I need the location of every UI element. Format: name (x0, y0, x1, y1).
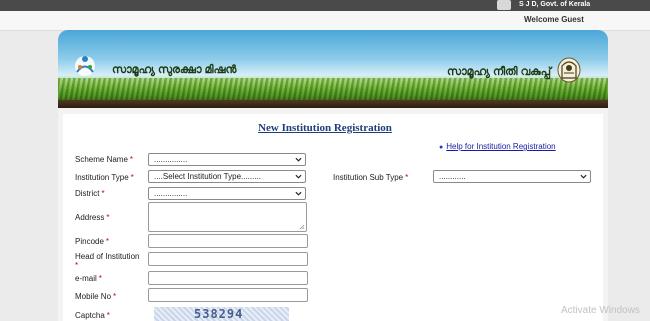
scheme-name-label: Scheme Name * (75, 155, 134, 164)
institution-type-select[interactable]: ....Select Institution Type......... (148, 170, 306, 183)
welcome-bar: Welcome Guest (0, 11, 650, 31)
head-of-institution-input[interactable] (148, 252, 308, 266)
mobile-no-input[interactable] (148, 288, 308, 302)
pincode-input[interactable] (148, 234, 308, 248)
email-label: e-mail * (75, 274, 102, 283)
head-of-institution-label: Head of Institution * (75, 252, 140, 270)
help-link[interactable]: Help for Institution Registration (446, 142, 555, 151)
content-area (58, 108, 608, 321)
required-marker: * (75, 261, 79, 270)
district-label: District * (75, 189, 105, 198)
institution-sub-type-label: Institution Sub Type * (333, 173, 409, 182)
address-label: Address * (75, 213, 110, 222)
required-marker: * (106, 213, 110, 222)
chevron-down-icon (580, 174, 587, 179)
mobile-no-label: Mobile No * (75, 292, 117, 301)
govt-label: S J D, Govt. of Kerala (519, 1, 591, 8)
required-marker: * (129, 155, 134, 164)
page-title: New Institution Registration (258, 122, 392, 134)
chevron-down-icon (295, 191, 302, 196)
required-marker: * (130, 173, 134, 182)
chevron-down-icon (295, 157, 302, 162)
scheme-name-select[interactable]: ............... (148, 153, 306, 166)
captcha-text: 538294 (194, 307, 244, 321)
address-textarea[interactable] (148, 202, 307, 232)
banner-left-title: സാമൂഹ്യ സുരക്ഷാ മിഷൻ (112, 64, 237, 76)
resize-grip-icon[interactable] (299, 224, 305, 230)
pincode-label: Pincode * (75, 237, 110, 246)
mission-logo-icon (75, 56, 95, 76)
required-marker: * (98, 274, 102, 283)
banner-grass (58, 78, 608, 100)
required-marker: * (105, 237, 110, 246)
required-marker: * (405, 173, 409, 182)
help-item: ● Help for Institution Registration (439, 142, 556, 151)
district-select[interactable]: ............... (148, 187, 306, 200)
site-banner: സാമൂഹ്യ സുരക്ഷാ മിഷൻ സാമൂഹ്യ നീതി വകുപ്പ… (58, 30, 608, 108)
institution-sub-type-select[interactable]: ............ (433, 170, 591, 183)
required-marker: * (101, 189, 105, 198)
activate-windows-watermark: Activate Windows (561, 305, 640, 316)
required-marker: * (113, 292, 117, 301)
top-bar: S J D, Govt. of Kerala (0, 0, 650, 11)
govt-emblem-icon (497, 0, 511, 10)
institution-type-label: Institution Type * (75, 173, 134, 182)
welcome-text: Welcome Guest (524, 15, 584, 24)
captcha-image: 538294 (154, 307, 289, 321)
email-input[interactable] (148, 271, 308, 285)
banner-right-title: സാമൂഹ്യ നീതി വകുപ്പ് (447, 66, 551, 78)
captcha-label: Captcha * (75, 311, 110, 320)
required-marker: * (106, 311, 110, 320)
kerala-emblem-icon (557, 57, 581, 83)
bullet-icon: ● (439, 144, 444, 151)
chevron-down-icon (295, 174, 302, 179)
